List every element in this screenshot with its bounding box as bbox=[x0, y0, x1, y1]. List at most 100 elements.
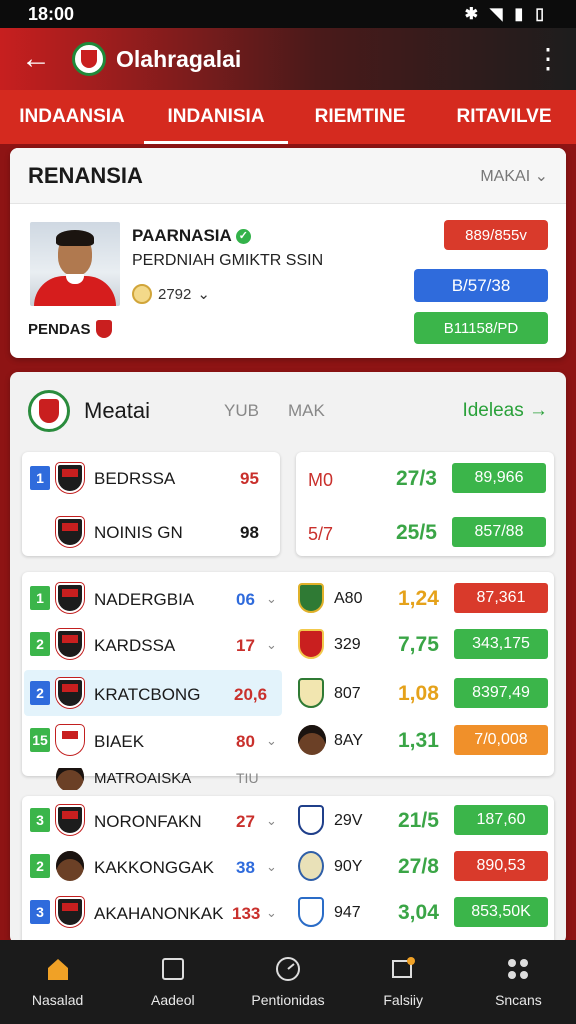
stat-pill-green[interactable]: B11158/PD bbox=[414, 312, 548, 344]
coin-icon bbox=[132, 284, 152, 304]
team-name: KARDSSA bbox=[94, 636, 176, 655]
table-row[interactable]: 2 KAKKONGGAK 38 ⌄ 90Y 27/8 890,53 bbox=[22, 846, 554, 886]
bet-button[interactable]: 857/88 bbox=[452, 517, 546, 547]
table-row[interactable]: 3 NORONFAKN 27 ⌄ 29V 21/5 187,60 bbox=[22, 800, 554, 840]
team-value: 27 bbox=[236, 812, 255, 831]
tab-1[interactable]: INDAANSIA bbox=[0, 90, 144, 144]
player-avatar bbox=[298, 725, 326, 755]
table-row[interactable]: MATROAISKA TIU bbox=[22, 768, 554, 790]
team-name: KAKKONGGAK bbox=[94, 858, 214, 877]
nav-label: Aadeol bbox=[151, 992, 195, 1008]
team-value: 95 bbox=[240, 469, 259, 488]
rank-badge: 2 bbox=[30, 681, 50, 705]
bet-button[interactable]: 87,361 bbox=[454, 583, 548, 613]
player-card-header: RENANSIA MAKAI ⌄ bbox=[10, 148, 566, 204]
stat-pill-blue[interactable]: B/57/38 bbox=[414, 269, 548, 302]
status-time: 18:00 bbox=[28, 3, 75, 24]
player-avatar bbox=[56, 768, 84, 790]
chevron-down-icon: ⌄ bbox=[266, 733, 277, 748]
nav-item-3[interactable]: Pentionidas bbox=[230, 940, 345, 1024]
player-card-title: RENANSIA bbox=[28, 162, 143, 188]
back-arrow-icon[interactable]: ← bbox=[0, 42, 72, 76]
opponent-value: 947 bbox=[334, 904, 361, 921]
opponent-value: 29V bbox=[334, 812, 363, 829]
team-name: NOINIS GN bbox=[94, 523, 183, 542]
rank-badge: 2 bbox=[30, 632, 50, 656]
team-crest-icon bbox=[56, 897, 84, 927]
nav-item-2[interactable]: Aadeol bbox=[115, 940, 230, 1024]
signal-icon: ▮ bbox=[514, 6, 524, 23]
shield-icon bbox=[95, 320, 112, 338]
home-icon bbox=[45, 956, 71, 982]
bet-button[interactable]: 890,53 bbox=[454, 851, 548, 881]
bet-button[interactable]: 89,966 bbox=[452, 463, 546, 493]
bet-button[interactable]: 7/0,008 bbox=[454, 725, 548, 755]
opponent-crest-icon bbox=[298, 897, 324, 927]
bet-button[interactable]: 187,60 bbox=[454, 805, 548, 835]
opponent-value: 8AY bbox=[334, 732, 364, 749]
nav-label: Sncans bbox=[495, 992, 542, 1008]
team-crest-icon bbox=[56, 805, 84, 835]
see-all-link[interactable]: Ideleas → bbox=[462, 400, 548, 422]
rank-badge: 1 bbox=[30, 586, 50, 610]
team-crest-icon bbox=[56, 517, 84, 547]
bet-button[interactable]: 853,50K bbox=[454, 897, 548, 927]
opponent-crest-icon bbox=[298, 678, 324, 708]
match-label: 5/7 bbox=[308, 524, 334, 544]
team-name: NADERGBIA bbox=[94, 590, 195, 609]
opponent-crest-icon bbox=[298, 629, 324, 659]
club-logo-icon bbox=[72, 42, 106, 76]
player-avatar bbox=[56, 851, 84, 881]
bet-button[interactable]: 343,175 bbox=[454, 629, 548, 659]
opponent-value: A80 bbox=[334, 590, 363, 607]
list-item[interactable]: NOINIS GN 98 bbox=[22, 512, 280, 552]
nav-item-4[interactable]: Falsiiy bbox=[346, 940, 461, 1024]
stat-pill-red[interactable]: 889/855v bbox=[444, 220, 548, 250]
nav-label: Falsiiy bbox=[383, 992, 424, 1008]
app-bar: ← Olahragalai ⋮ bbox=[0, 28, 576, 90]
table-row[interactable]: 2 KARDSSA 17 ⌄ 329 7,75 343,175 bbox=[22, 624, 554, 664]
table-row[interactable]: 3 AKAHANONKAK 133 ⌄ 947 3,04 853,50K bbox=[22, 892, 554, 932]
bet-button[interactable]: 8397,49 bbox=[454, 678, 548, 708]
team-value: 06 bbox=[236, 590, 255, 609]
column-header: YUB bbox=[224, 401, 259, 420]
rank-badge: 3 bbox=[30, 808, 50, 832]
rank-badge: 2 bbox=[30, 854, 50, 878]
more-vertical-icon[interactable]: ⋮ bbox=[520, 45, 576, 73]
table-row[interactable]: 2 KRATCBONG 20,6 807 1,08 8397,49 bbox=[22, 673, 554, 713]
nav-item-5[interactable]: Sncans bbox=[461, 940, 576, 1024]
team-name: AKAHANONKAK bbox=[94, 904, 224, 923]
grid-icon bbox=[505, 956, 531, 982]
chevron-down-icon: ⌄ bbox=[266, 813, 277, 828]
tab-4[interactable]: RITAVILVE bbox=[432, 90, 576, 144]
opponent-crest-icon bbox=[298, 583, 324, 613]
team-value: TIU bbox=[236, 770, 259, 786]
table-row[interactable]: 15 BIAEK 80 ⌄ 8AY 1,31 7/0,008 bbox=[22, 720, 554, 760]
table-row[interactable]: 1 NADERGBIA 06 ⌄ A80 1,24 87,361 bbox=[22, 578, 554, 618]
player-stat[interactable]: 2792 ⌄ bbox=[132, 284, 210, 304]
odds-value: 3,04 bbox=[398, 901, 439, 924]
tab-3[interactable]: RIEMTINE bbox=[288, 90, 432, 144]
list-item[interactable]: 1 BEDRSSA 95 bbox=[22, 458, 280, 498]
player-subtitle: PERDNIAH GMIKTR SSIN bbox=[132, 252, 324, 269]
team-crest-icon bbox=[56, 629, 84, 659]
tab-2[interactable]: INDANISIA bbox=[144, 90, 288, 144]
player-name: PAARNASIA ✓ bbox=[132, 226, 251, 246]
team-name: BEDRSSA bbox=[94, 469, 176, 488]
verified-icon: ✓ bbox=[235, 229, 251, 245]
opponent-crest-icon bbox=[298, 851, 324, 881]
team-name: KRATCBONG bbox=[94, 685, 201, 704]
tab-bar: INDAANSIA INDANISIA RIEMTINE RITAVILVE bbox=[0, 90, 576, 144]
odds-value: 27/8 bbox=[398, 855, 439, 878]
club-logo-icon bbox=[28, 390, 70, 432]
nav-item-home[interactable]: Nasalad bbox=[0, 940, 115, 1024]
odds-value: 25/5 bbox=[396, 521, 437, 544]
app-title: Olahragalai bbox=[116, 45, 242, 72]
list-item: M0 27/3 89,966 bbox=[296, 458, 554, 498]
column-header: MAK bbox=[288, 401, 325, 420]
more-dropdown[interactable]: MAKAI ⌄ bbox=[480, 166, 548, 186]
team-name: BIAEK bbox=[94, 732, 145, 751]
matches-card: Meatai YUB MAK Ideleas → 1 BEDRSSA 95 NO… bbox=[10, 372, 566, 944]
chevron-down-icon: ⌄ bbox=[266, 905, 277, 920]
square-icon bbox=[160, 956, 186, 982]
